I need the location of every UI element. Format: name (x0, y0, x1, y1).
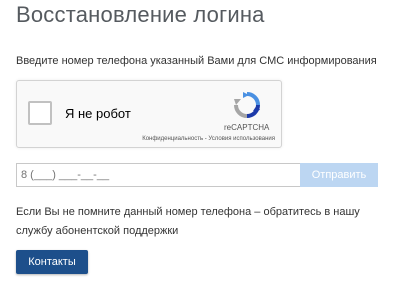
phone-instruction: Введите номер телефона указанный Вами дл… (16, 55, 377, 67)
send-button[interactable]: Отправить (300, 163, 378, 187)
help-text: Если Вы не помните данный номер телефона… (16, 206, 360, 237)
recaptcha-brand: reCAPTCHA (224, 123, 270, 132)
contacts-button[interactable]: Контакты (16, 250, 88, 274)
recaptcha-widget: Я не робот reCAPTCHA Конфиденциальность … (16, 80, 282, 148)
captcha-label: Я не робот (65, 106, 131, 121)
phone-input[interactable] (16, 163, 300, 187)
recaptcha-logo-icon (234, 92, 260, 118)
page-title: Восстановление логина (16, 2, 265, 27)
recaptcha-privacy-terms-links[interactable]: Конфиденциальность - Условия использован… (142, 136, 275, 142)
captcha-checkbox[interactable] (28, 101, 52, 125)
